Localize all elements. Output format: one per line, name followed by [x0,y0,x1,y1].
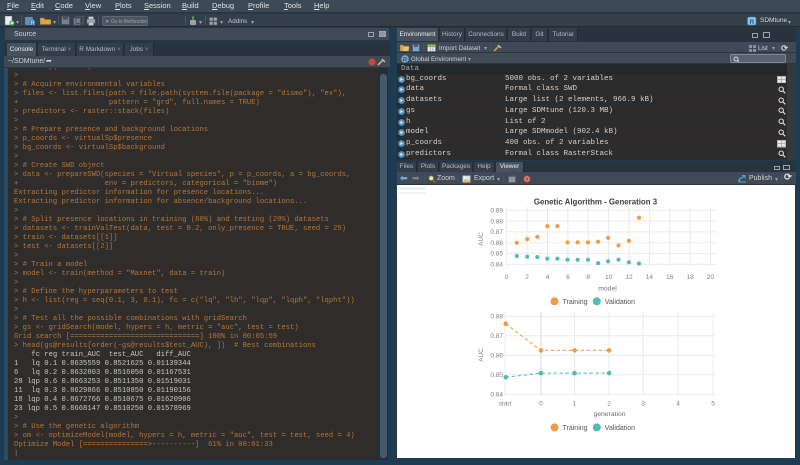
svg-text:4: 4 [676,401,680,408]
svg-text:AUC: AUC [478,232,485,246]
svg-text:18: 18 [686,274,694,281]
svg-text:0.89: 0.89 [490,208,503,215]
svg-text:R: R [403,57,408,62]
svg-text:16: 16 [666,274,674,281]
svg-text:0.85: 0.85 [490,251,503,258]
svg-text:4: 4 [546,274,550,281]
svg-text:Validation: Validation [605,425,635,432]
svg-text:1: 1 [573,401,577,408]
svg-text:10: 10 [605,274,613,281]
svg-text:R: R [30,21,35,26]
svg-text:14: 14 [646,274,654,281]
svg-text:start: start [499,401,512,408]
svg-text:model: model [598,286,617,293]
svg-text:0.84: 0.84 [490,261,503,268]
svg-text:20: 20 [707,274,715,281]
svg-text:0.87: 0.87 [490,333,503,340]
svg-text:0: 0 [539,401,543,408]
svg-text:5: 5 [711,401,715,408]
svg-text:generation: generation [593,411,625,418]
svg-text:Validation: Validation [605,299,635,306]
svg-text:0.88: 0.88 [490,218,503,225]
svg-text:3: 3 [641,401,645,408]
svg-text:0.88: 0.88 [490,313,503,320]
svg-text:2: 2 [525,274,529,281]
svg-text:Genetic Algorithm - Generation: Genetic Algorithm - Generation 3 [534,198,658,207]
svg-text:0: 0 [505,274,509,281]
svg-text:0.85: 0.85 [490,372,503,379]
svg-text:6: 6 [566,274,570,281]
svg-text:Training: Training [563,425,588,432]
svg-text:2: 2 [607,401,611,408]
svg-text:8: 8 [586,274,590,281]
svg-text:AUC: AUC [478,348,485,362]
svg-text:R: R [749,19,754,26]
svg-text:Training: Training [563,299,588,306]
svg-text:0.87: 0.87 [490,229,503,236]
svg-text:0.84: 0.84 [490,391,503,398]
svg-text:0.86: 0.86 [490,352,503,359]
svg-text:12: 12 [625,274,633,281]
svg-text:0.86: 0.86 [490,240,503,247]
